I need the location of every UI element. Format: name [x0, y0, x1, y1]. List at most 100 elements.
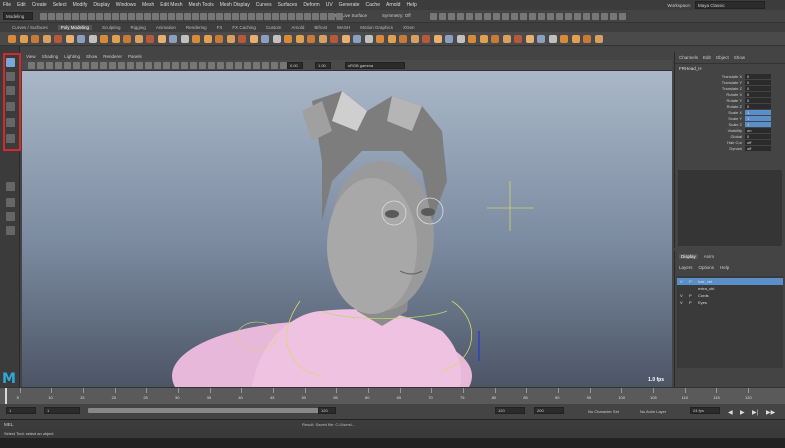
panel-tool-icon[interactable] [253, 62, 260, 69]
shelf-tool-icon[interactable] [571, 35, 580, 43]
shelf-tool-icon[interactable] [502, 35, 511, 43]
shelf-tab-xgen[interactable]: XGen [403, 25, 415, 30]
status-tool-icon[interactable] [475, 13, 482, 20]
status-tool-icon[interactable] [152, 13, 159, 20]
status-tool-icon[interactable] [104, 13, 111, 20]
status-tool-icon[interactable] [457, 13, 464, 20]
mode-dropdown[interactable]: Modeling [3, 12, 33, 20]
channel-attr-row[interactable]: Hair Cur off [675, 139, 785, 145]
channel-attr-value[interactable]: 0 [745, 79, 771, 85]
panel-menu-shading[interactable]: Shading [42, 54, 59, 59]
status-tool-icon[interactable] [280, 13, 287, 20]
exposure-field[interactable]: 0.00 [287, 62, 303, 69]
status-tool-icon[interactable] [312, 13, 319, 20]
status-tool-icon[interactable] [256, 13, 263, 20]
shelf-tool-icon[interactable] [134, 35, 143, 43]
panel-tool-icon[interactable] [136, 62, 143, 69]
layer-playback-toggle[interactable]: P [689, 300, 695, 305]
status-tool-icon[interactable] [336, 13, 343, 20]
shelf-tool-icon[interactable] [422, 35, 430, 43]
end-icon[interactable]: ▶▶ [766, 409, 775, 416]
channel-tab-object[interactable]: Object [716, 55, 729, 60]
two-view-icon[interactable] [6, 212, 15, 221]
panel-menu-panels[interactable]: Panels [128, 54, 142, 59]
menu-item-windows[interactable]: Windows [116, 2, 136, 8]
status-tool-icon[interactable] [565, 13, 572, 20]
shelf-tool-icon[interactable] [111, 35, 120, 43]
panel-tool-icon[interactable] [181, 62, 188, 69]
panel-tool-icon[interactable] [262, 62, 269, 69]
colorspace-dropdown[interactable]: sRGB gamma [345, 62, 405, 69]
channel-attr-value[interactable]: 1 [745, 109, 771, 115]
menu-item-select[interactable]: Select [53, 2, 67, 8]
channel-attr-value[interactable]: 0 [745, 73, 771, 79]
channel-attr-row[interactable]: Rotate X0 [675, 91, 785, 97]
menu-item-arnold[interactable]: Arnold [386, 2, 400, 8]
status-tool-icon[interactable] [120, 13, 127, 20]
channel-attr-row[interactable]: Global 0 [675, 133, 785, 139]
menu-item-deform[interactable]: Deform [303, 2, 319, 8]
channel-attr-row[interactable]: Rotate Y0 [675, 97, 785, 103]
channel-attr-value[interactable]: 1 [745, 121, 771, 127]
channel-attr-row[interactable]: Translate X0 [675, 73, 785, 79]
panel-menu-lighting[interactable]: Lighting [64, 54, 80, 59]
status-tool-icon[interactable] [328, 13, 335, 20]
status-tool-icon[interactable] [538, 13, 545, 20]
shelf-tool-icon[interactable] [594, 35, 603, 43]
anim-layer-dropdown[interactable]: No Anim Layer [640, 409, 666, 414]
shelf-tool-icon[interactable] [364, 35, 373, 43]
menu-item-mesh[interactable]: Mesh [142, 2, 154, 8]
shelf-tool-icon[interactable] [169, 35, 177, 43]
shelf-tab-fx[interactable]: FX [217, 25, 223, 30]
panel-tool-icon[interactable] [154, 62, 161, 69]
status-tool-icon[interactable] [128, 13, 135, 20]
status-tool-icon[interactable] [232, 13, 239, 20]
workspace-dropdown[interactable]: Maya Classic [695, 1, 765, 9]
shelf-tool-icon[interactable] [31, 35, 39, 43]
menu-item-file[interactable]: File [3, 2, 11, 8]
playback-end-field[interactable]: 120 [495, 407, 525, 414]
channel-attr-row[interactable]: Translate Y0 [675, 79, 785, 85]
status-tool-icon[interactable] [520, 13, 527, 20]
shelf-tool-icon[interactable] [399, 35, 407, 43]
shelf-tool-icon[interactable] [560, 35, 568, 43]
panel-tool-icon[interactable] [190, 62, 197, 69]
layer-row[interactable]: V P Eyes [677, 299, 783, 306]
menu-item-curves[interactable]: Curves [256, 2, 272, 8]
end-time-field[interactable]: 200 [534, 407, 564, 414]
status-tool-icon[interactable] [502, 13, 509, 20]
status-tool-icon[interactable] [224, 13, 231, 20]
shelf-tool-icon[interactable] [341, 35, 350, 43]
shelf-tool-icon[interactable] [146, 35, 154, 43]
four-view-icon[interactable] [6, 198, 15, 207]
panel-tool-icon[interactable] [217, 62, 224, 69]
channel-attr-value[interactable]: on [745, 127, 771, 133]
menu-item-modify[interactable]: Modify [73, 2, 88, 8]
menu-item-cache[interactable]: Cache [366, 2, 380, 8]
panel-tool-icon[interactable] [73, 62, 80, 69]
layer-visibility-toggle[interactable]: V [680, 293, 686, 298]
shelf-tool-icon[interactable] [54, 35, 62, 43]
shelf-tab-curves-surfaces[interactable]: Curves / Surfaces [12, 25, 48, 30]
status-tool-icon[interactable] [484, 13, 491, 20]
shelf-tool-icon[interactable] [525, 35, 534, 43]
status-tool-icon[interactable] [184, 13, 191, 20]
shelf-tool-icon[interactable] [157, 35, 166, 43]
status-tool-icon[interactable] [168, 13, 175, 20]
status-tool-icon[interactable] [48, 13, 55, 20]
character-set-dropdown[interactable]: No Character Set [588, 409, 619, 414]
shelf-tool-icon[interactable] [479, 35, 488, 43]
shelf-tool-icon[interactable] [537, 35, 545, 43]
layer-visibility-toggle[interactable]: V [680, 300, 686, 305]
panel-tool-icon[interactable] [163, 62, 170, 69]
channel-attr-value[interactable]: 1 [745, 115, 771, 121]
status-tool-icon[interactable] [556, 13, 563, 20]
status-tool-icon[interactable] [160, 13, 167, 20]
status-tool-icon[interactable] [288, 13, 295, 20]
shelf-tool-icon[interactable] [318, 35, 327, 43]
status-tool-icon[interactable] [56, 13, 63, 20]
panel-tool-icon[interactable] [82, 62, 89, 69]
status-tool-icon[interactable] [272, 13, 279, 20]
layer-row[interactable]: V Phair_ctrl [677, 278, 783, 285]
shelf-tool-icon[interactable] [42, 35, 51, 43]
